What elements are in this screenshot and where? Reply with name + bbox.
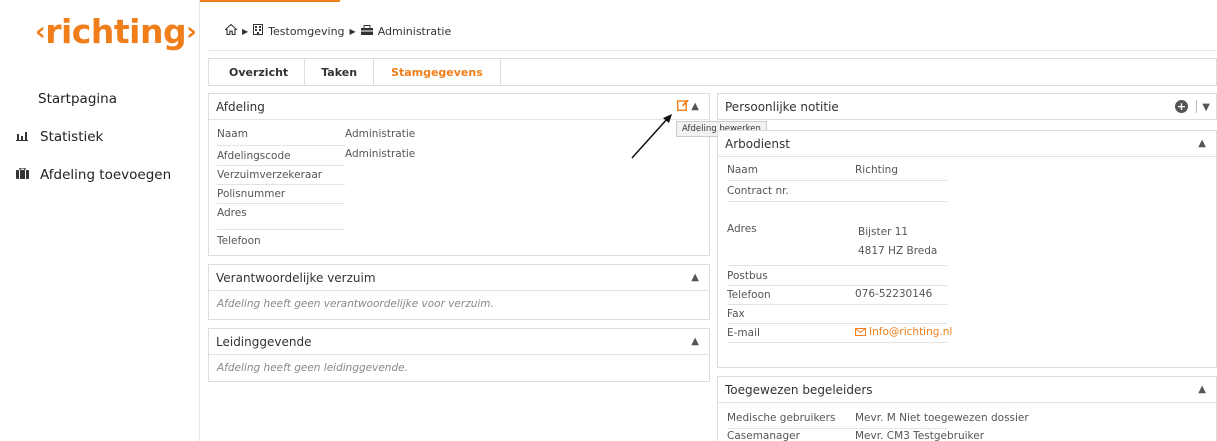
divider — [1196, 100, 1197, 113]
tab-label: Taken — [321, 65, 358, 79]
divider — [217, 145, 345, 146]
sidebar: ‹richting› Startpagina Statistiek Afdeli… — [0, 0, 200, 441]
field-label-casemanager: Casemanager — [727, 430, 800, 441]
tab-stamgegevens[interactable]: Stamgegevens — [374, 59, 501, 85]
field-label-email: E-mail — [727, 327, 760, 339]
logo-text: richting — [45, 12, 187, 51]
panel-title: Arbodienst — [725, 136, 790, 151]
begeleiders-header: Toegewezen begeleiders ▲ — [718, 377, 1216, 403]
field-label-telefoon: Telefoon — [727, 289, 771, 301]
email-value: Info@richting.nl — [869, 326, 953, 338]
divider — [217, 184, 345, 185]
tab-taken[interactable]: Taken — [305, 59, 375, 85]
collapse-icon[interactable]: ▲ — [1198, 384, 1206, 395]
tab-label: Overzicht — [229, 65, 289, 79]
panel-title: Persoonlijke notitie — [725, 100, 839, 114]
field-value-naam: Administratie — [345, 128, 416, 140]
sidebar-item-label: Afdeling toevoegen — [40, 167, 172, 183]
panel-title: Leidinggevende — [216, 334, 312, 349]
breadcrumb-separator-icon: ▶ — [349, 26, 356, 36]
logo[interactable]: ‹richting› — [35, 12, 197, 51]
field-label-telefoon: Telefoon — [217, 235, 261, 247]
empty-message: Afdeling heeft geen leidinggevende. — [217, 362, 408, 374]
sidebar-item-label: Startpagina — [38, 91, 117, 107]
divider — [727, 428, 947, 429]
field-label-medische-gebruikers: Medische gebruikers — [727, 412, 836, 424]
collapse-icon[interactable]: ▲ — [1198, 138, 1206, 149]
sidebar-item-afdeling-toevoegen[interactable]: Afdeling toevoegen — [14, 167, 171, 183]
breadcrumb-separator-icon: ▶ — [242, 26, 249, 36]
divider — [217, 203, 345, 204]
divider — [727, 285, 947, 286]
panel-title: Toegewezen begeleiders — [725, 382, 873, 397]
field-label-polisnummer: Polisnummer — [217, 188, 286, 200]
divider — [727, 265, 947, 266]
department-icon — [360, 24, 373, 38]
collapse-icon[interactable]: ▲ — [691, 272, 699, 283]
breadcrumb-item-administratie[interactable]: Administratie — [378, 25, 452, 38]
collapse-icon[interactable]: ▲ — [691, 101, 699, 112]
field-label-contract: Contract nr. — [727, 185, 789, 197]
envelope-icon — [855, 328, 866, 336]
app: ‹richting› Startpagina Statistiek Afdeli… — [0, 0, 1217, 441]
address-line-1: Bijster 11 — [858, 226, 909, 238]
tab-label: Stamgegevens — [391, 65, 483, 79]
sidebar-item-label: Statistiek — [40, 129, 104, 145]
field-label-verzuimverzekeraar: Verzuimverzekeraar — [217, 169, 323, 181]
address-line-2: 4817 HZ Breda — [858, 245, 938, 257]
divider — [208, 50, 1217, 51]
plus-icon[interactable]: + — [1175, 100, 1188, 113]
arbodienst-header: Arbodienst ▲ — [718, 131, 1216, 157]
field-label-afdelingscode: Afdelingscode — [217, 150, 291, 162]
edit-icon[interactable] — [676, 99, 689, 112]
field-label-naam: Naam — [727, 164, 758, 176]
field-label-fax: Fax — [727, 308, 745, 320]
field-value-naam: Richting — [855, 164, 898, 176]
divider — [727, 201, 947, 202]
breadcrumb-item-testomgeving[interactable]: Testomgeving — [268, 25, 344, 38]
divider — [217, 229, 345, 230]
field-value-telefoon: 076-52230146 — [855, 288, 933, 300]
logo-left-chevron: ‹ — [35, 17, 46, 47]
home-icon[interactable] — [224, 23, 238, 38]
sidebar-item-statistiek[interactable]: Statistiek — [14, 129, 103, 145]
email-link[interactable]: Info@richting.nl — [855, 326, 952, 338]
leidinggevende-header: Leidinggevende ▲ — [209, 329, 709, 355]
divider — [727, 323, 947, 324]
divider — [727, 304, 947, 305]
field-value-casemanager: Mevr. CM3 Testgebruiker — [855, 430, 985, 441]
empty-message: Afdeling heeft geen verantwoordelijke vo… — [217, 298, 494, 310]
field-value-afdelingscode: Administratie — [345, 148, 416, 160]
verantwoordelijke-header: Verantwoordelijke verzuim ▲ — [209, 265, 709, 291]
breadcrumb: ▶ Testomgeving ▶ Administratie — [224, 23, 452, 38]
field-label-naam: Naam — [217, 128, 248, 140]
arbodienst-panel: Arbodienst ▲ — [717, 130, 1217, 368]
building-icon — [253, 24, 264, 38]
sidebar-item-startpagina[interactable]: Startpagina — [38, 91, 117, 107]
divider — [727, 180, 947, 181]
field-value-medische-gebruikers: Mevr. M Niet toegewezen dossier — [855, 412, 1029, 424]
panel-title: Verantwoordelijke verzuim — [216, 270, 376, 285]
tab-bar: Overzicht Taken Stamgegevens — [208, 58, 1217, 86]
verantwoordelijke-panel: Verantwoordelijke verzuim ▲ — [208, 264, 710, 320]
field-label-postbus: Postbus — [727, 270, 768, 282]
logo-right-chevron: › — [186, 17, 197, 47]
divider — [217, 165, 345, 166]
briefcase-icon — [14, 167, 30, 182]
chevron-down-icon[interactable]: ▼ — [1202, 102, 1210, 113]
notitie-header: Persoonlijke notitie + ▼ — [718, 94, 1216, 120]
bar-chart-icon — [14, 130, 30, 144]
active-top-indicator — [200, 0, 340, 2]
divider — [727, 342, 947, 343]
panel-title: Afdeling — [216, 99, 265, 114]
annotation-arrow — [631, 114, 672, 159]
notitie-panel: Persoonlijke notitie + ▼ — [717, 93, 1217, 120]
collapse-icon[interactable]: ▲ — [691, 336, 699, 347]
field-label-adres: Adres — [217, 207, 247, 219]
field-label-adres: Adres — [727, 223, 757, 235]
tab-overzicht[interactable]: Overzicht — [209, 59, 306, 85]
